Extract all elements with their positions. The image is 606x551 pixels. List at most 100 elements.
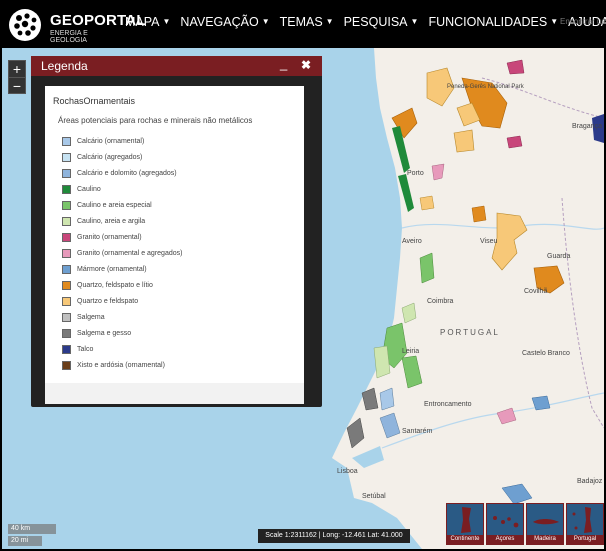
legend-item-label: Quartzo, feldspato e lítio	[77, 281, 153, 289]
region-switcher: Continente Açores Madeira Portugal	[446, 503, 604, 545]
legend-item: Quartzo, feldspato e lítio	[62, 277, 182, 293]
scale-mi: 20 mi	[8, 536, 42, 546]
legend-item-label: Calcário (agregados)	[77, 153, 143, 161]
legend-swatch	[62, 168, 71, 178]
legend-item-label: Quartzo e feldspato	[77, 297, 139, 305]
legend-item-label: Calcário (ornamental)	[77, 137, 145, 145]
legend-item: Xisto e ardósia (ornamental)	[62, 357, 182, 373]
legend-swatch	[62, 264, 71, 274]
legend-swatch	[62, 280, 71, 290]
legend-item: Salgema e gesso	[62, 325, 182, 341]
place-leiria: Leiria	[402, 348, 420, 355]
legend-item-label: Caulino, areia e argila	[77, 217, 146, 225]
legend-list: Calcário (ornamental) Calcário (agregados…	[62, 133, 182, 373]
legend-item: Calcário (ornamental)	[62, 133, 182, 149]
legend-item-label: Calcário e dolomito (agregados)	[77, 169, 177, 177]
place-coimbra: Coimbra	[427, 298, 454, 305]
place-setubal: Setúbal	[362, 493, 386, 500]
coordinates-readout: Scale 1:2311162 | Long: -12.461 Lat: 41.…	[258, 529, 410, 543]
legend-scroll-area[interactable]	[45, 383, 304, 404]
brand-subtitle: ENERGIA E GEOLOGIA	[50, 30, 88, 44]
nav-navegacao[interactable]: NAVEGAÇÃO ▼	[180, 15, 269, 29]
legend-item: Talco	[62, 341, 182, 357]
legend-item-label: Salgema	[77, 313, 105, 321]
brand[interactable]: GEOPORTAL ENERGIA E GEOLOGIA	[8, 8, 146, 44]
legend-item-label: Salgema e gesso	[77, 329, 132, 337]
zoom-out-button[interactable]: −	[9, 77, 25, 94]
legend-swatch	[62, 344, 71, 354]
place-peneda-geres: Peneda-Gerês National Park	[447, 84, 524, 90]
nav-pesquisa-label: PESQUISA	[343, 15, 408, 29]
nav-mapa[interactable]: MAPA ▼	[125, 15, 170, 29]
legend-swatch	[62, 200, 71, 210]
legend-item: Caulino	[62, 181, 182, 197]
nav-funcionalidades[interactable]: FUNCIONALIDADES ▼	[428, 15, 558, 29]
nav-temas[interactable]: TEMAS ▼	[280, 15, 334, 29]
portugal-map-icon	[572, 507, 592, 533]
legend-item-label: Mármore (ornamental)	[77, 265, 147, 273]
nav-pesquisa[interactable]: PESQUISA ▼	[344, 15, 419, 29]
region-acores[interactable]: Açores	[486, 503, 524, 545]
region-continente-label: Continente	[447, 535, 483, 544]
legend-header[interactable]: Legenda _ ✖	[31, 56, 322, 76]
region-portugal-label: Portugal	[567, 535, 603, 544]
legend-swatch	[62, 216, 71, 226]
legend-swatch	[62, 328, 71, 338]
legend-item: Caulino e areia especial	[62, 197, 182, 213]
nav-temas-label: TEMAS	[279, 15, 323, 29]
legend-swatch	[62, 152, 71, 162]
legend-subtitle: Áreas potenciais para rochas e minerais …	[58, 116, 253, 125]
zoom-in-button[interactable]: +	[9, 61, 25, 77]
minimize-icon[interactable]: _	[280, 56, 287, 71]
legend-swatch	[62, 248, 71, 258]
place-guarda: Guarda	[547, 253, 571, 260]
search-input[interactable]: Encontrar um	[560, 17, 606, 26]
legend-item-label: Caulino	[77, 185, 101, 193]
legend-item-label: Xisto e ardósia (ornamental)	[77, 361, 165, 369]
region-continente[interactable]: Continente	[446, 503, 484, 545]
geoportal-logo-icon	[9, 9, 41, 41]
legend-item: Granito (ornamental)	[62, 229, 182, 245]
legend-body[interactable]: RochasOrnamentais Áreas potenciais para …	[45, 86, 304, 404]
nav-funcionalidades-label: FUNCIONALIDADES	[428, 15, 548, 29]
legend-item-label: Talco	[77, 345, 94, 353]
chevron-down-icon: ▼	[162, 17, 171, 26]
place-viseu: Viseu	[480, 238, 498, 245]
continente-map-icon	[461, 507, 471, 533]
legend-item: Granito (ornamental e agregados)	[62, 245, 182, 261]
place-entroncamento: Entroncamento	[424, 401, 472, 408]
place-porto: Porto	[407, 170, 424, 177]
place-braganca: Bragança	[572, 123, 602, 130]
legend-item: Mármore (ornamental)	[62, 261, 182, 277]
zoom-control: + −	[8, 60, 26, 94]
nav-navegacao-label: NAVEGAÇÃO	[180, 15, 259, 29]
region-madeira-label: Madeira	[527, 535, 563, 544]
region-portugal[interactable]: Portugal	[566, 503, 604, 545]
place-santarem: Santarém	[402, 428, 433, 435]
nav-mapa-label: MAPA	[125, 15, 160, 29]
legend-swatch	[62, 136, 71, 146]
legend-item-label: Granito (ornamental e agregados)	[77, 249, 183, 257]
place-portugal: PORTUGAL	[440, 328, 500, 337]
legend-swatch	[62, 184, 71, 194]
legend-item: Calcário (agregados)	[62, 149, 182, 165]
region-madeira[interactable]: Madeira	[526, 503, 564, 545]
legend-swatch	[62, 296, 71, 306]
legend-swatch	[62, 360, 71, 370]
region-acores-label: Açores	[487, 535, 523, 544]
legend-item: Caulino, areia e argila	[62, 213, 182, 229]
main-nav: MAPA ▼ NAVEGAÇÃO ▼ TEMAS ▼ PESQUISA ▼ FUNCIO…	[125, 15, 606, 29]
place-castelo-branco: Castelo Branco	[522, 350, 570, 357]
place-aveiro: Aveiro	[402, 238, 422, 245]
top-navbar: GEOPORTAL ENERGIA E GEOLOGIA MAPA ▼ NAVEG…	[0, 0, 606, 48]
place-lisboa: Lisboa	[337, 468, 358, 475]
legend-swatch	[62, 312, 71, 322]
legend-layer-name: RochasOrnamentais	[53, 96, 136, 106]
acores-map-icon	[493, 516, 519, 528]
legend-item-label: Granito (ornamental)	[77, 233, 142, 241]
madeira-map-icon	[533, 519, 559, 525]
close-icon[interactable]: ✖	[301, 58, 311, 72]
chevron-down-icon: ▼	[325, 17, 334, 26]
legend-item-label: Caulino e areia especial	[77, 201, 152, 209]
chevron-down-icon: ▼	[550, 17, 559, 26]
